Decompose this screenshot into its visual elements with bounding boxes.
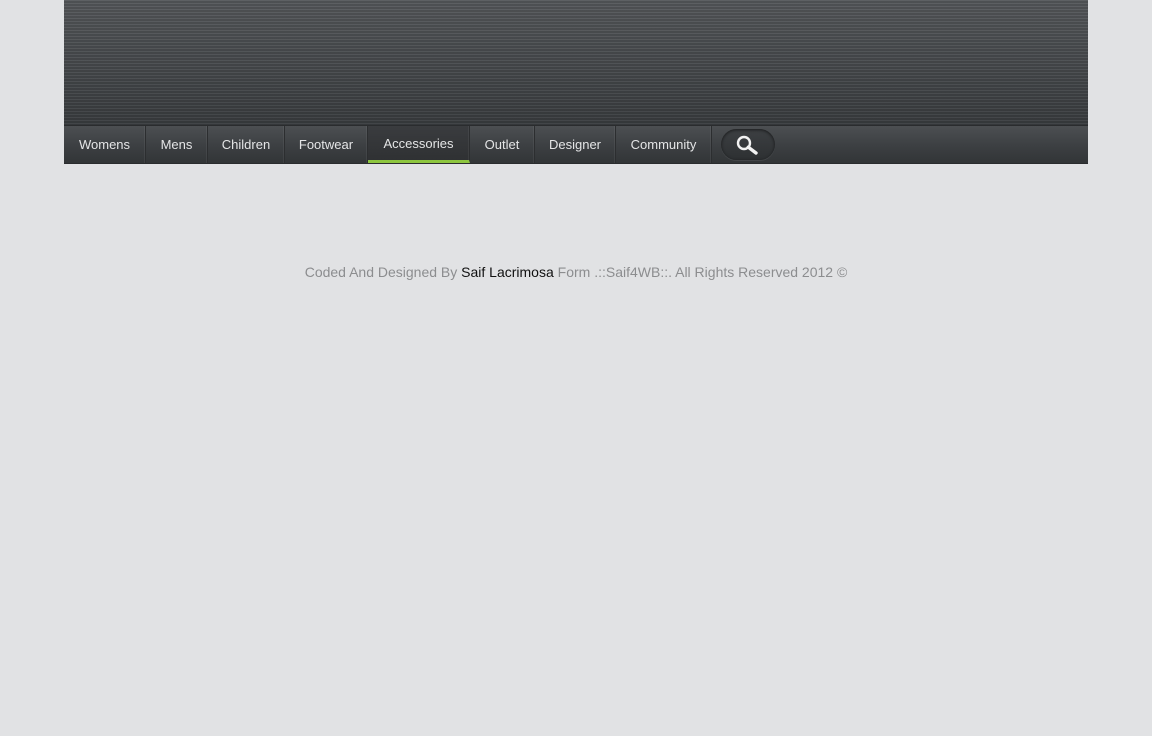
header-banner: [64, 0, 1088, 126]
nav-item-label: Community: [630, 137, 697, 152]
nav-item-label: Footwear: [298, 137, 354, 152]
nav-item-womens[interactable]: Womens: [64, 126, 146, 163]
nav-item-label: Outlet: [484, 137, 520, 152]
magnifier-icon: [736, 135, 758, 155]
footer-author-link[interactable]: Saif Lacrimosa: [461, 264, 554, 280]
nav-item-label: Children: [221, 137, 271, 152]
footer-credits: Coded And Designed By Saif Lacrimosa For…: [0, 264, 1152, 280]
nav-item-children[interactable]: Children: [208, 126, 285, 163]
nav-item-footwear[interactable]: Footwear: [285, 126, 368, 163]
nav-item-label: Womens: [78, 137, 131, 152]
site-header: Womens Mens Children Footwear Accessorie…: [64, 0, 1088, 164]
nav-item-outlet[interactable]: Outlet: [470, 126, 535, 163]
nav-item-community[interactable]: Community: [616, 126, 712, 163]
nav-item-label: Designer: [548, 137, 602, 152]
nav-item-designer[interactable]: Designer: [535, 126, 616, 163]
nav-item-mens[interactable]: Mens: [146, 126, 208, 163]
nav-item-label: Accessories: [383, 135, 454, 151]
footer-prefix: Coded And Designed By: [304, 264, 458, 280]
main-navigation: Womens Mens Children Footwear Accessorie…: [64, 126, 1088, 164]
footer-suffix: Form .::Saif4WB::. All Rights Reserved 2…: [557, 264, 848, 280]
nav-item-label: Mens: [160, 137, 193, 152]
nav-item-accessories[interactable]: Accessories: [368, 126, 470, 163]
search-button[interactable]: [721, 129, 775, 160]
